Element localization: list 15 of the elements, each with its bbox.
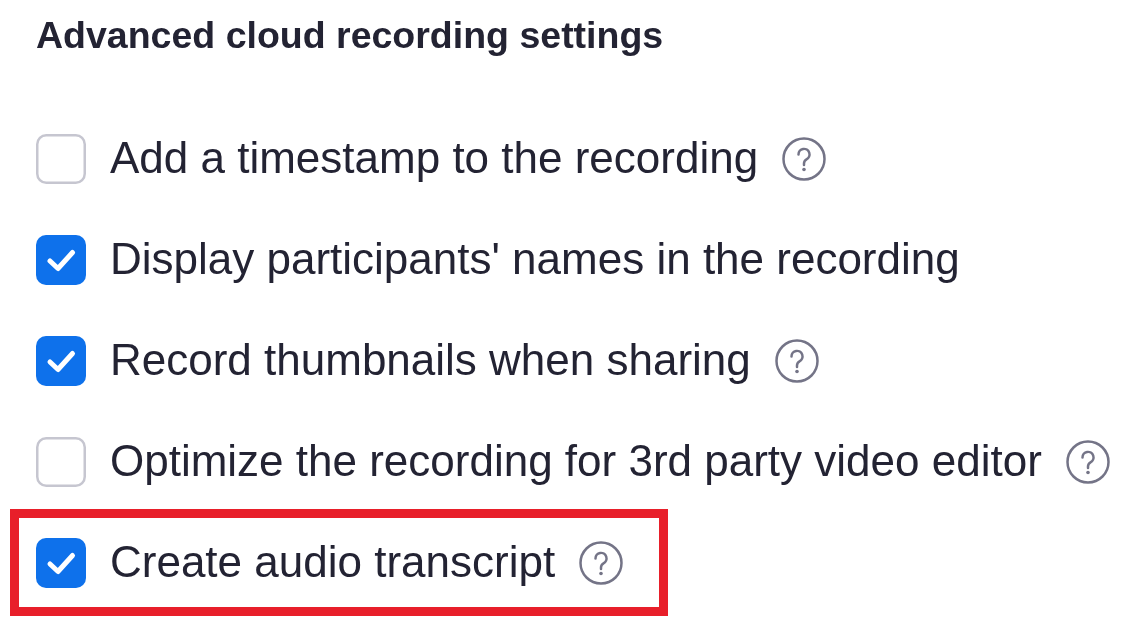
option-label: Display participants' names in the recording	[110, 234, 960, 285]
checkbox[interactable]	[36, 537, 86, 588]
checkbox[interactable]	[36, 335, 86, 386]
option-label: Record thumbnails when sharing	[110, 335, 751, 386]
checkbox[interactable]	[36, 133, 86, 184]
checkbox[interactable]	[36, 234, 86, 285]
help-icon[interactable]	[1065, 439, 1110, 484]
option-label: Add a timestamp to the recording	[110, 133, 759, 184]
option-label: Optimize the recording for 3rd party video editor	[110, 436, 1042, 487]
help-icon[interactable]	[579, 540, 624, 585]
option-label: Create audio transcript	[110, 537, 556, 588]
help-icon[interactable]	[774, 338, 819, 383]
help-icon[interactable]	[782, 136, 827, 181]
checkbox[interactable]	[36, 436, 86, 487]
section-heading: Advanced cloud recording settings	[36, 13, 664, 58]
